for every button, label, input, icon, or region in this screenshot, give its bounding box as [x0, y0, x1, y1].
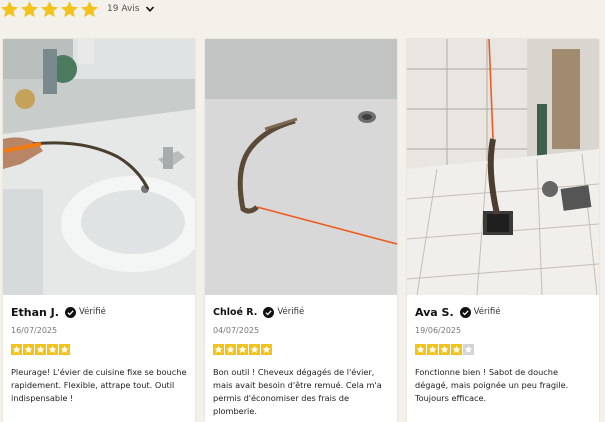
review-date: 16/07/2025 [11, 326, 58, 335]
verified-badge: Vérifié [459, 306, 501, 318]
review-text: Fonctionne bien ! Sabot de douche dégagé… [415, 367, 569, 403]
verified-badge: Vérifié [263, 306, 305, 318]
star-icon [213, 344, 224, 355]
review-date: 04/07/2025 [213, 326, 260, 335]
star-icon [225, 344, 236, 355]
star-icon [439, 344, 450, 355]
star-icon [249, 344, 260, 355]
star-icon [47, 344, 58, 355]
star-icon [237, 344, 248, 355]
star-icon [463, 344, 474, 355]
review-photo-sink[interactable] [3, 39, 195, 295]
verified-label: Vérifié [277, 307, 305, 317]
review-card[interactable]: Ethan J. Vérifié 16/07/2025 Pleurage! L'… [3, 39, 195, 422]
check-circle-icon [64, 306, 76, 318]
review-card[interactable]: Chloé R. Vérifié 04/07/2025 Bon outil ! … [205, 39, 397, 422]
star-icon [20, 0, 39, 17]
star-icon [427, 344, 438, 355]
star-icon [261, 344, 272, 355]
review-stars [11, 344, 187, 355]
star-icon [0, 0, 19, 17]
review-photo-shower[interactable] [407, 39, 599, 295]
verified-label: Vérifié [473, 307, 501, 317]
star-icon [11, 344, 22, 355]
star-icon [80, 0, 99, 17]
check-circle-icon [263, 306, 275, 318]
star-icon [59, 344, 70, 355]
reviewer-name: Chloé R. [213, 306, 258, 318]
star-icon [23, 344, 34, 355]
star-icon [60, 0, 79, 17]
rating-summary[interactable]: 19 Avis [0, 0, 155, 18]
check-circle-icon [459, 306, 471, 318]
review-stars [415, 344, 591, 355]
review-photo-hair[interactable] [205, 39, 397, 295]
star-icon [415, 344, 426, 355]
review-card[interactable]: Ava S. Vérifié 19/06/2025 Fonctionne bie… [407, 39, 599, 422]
summary-stars [0, 0, 99, 19]
review-count: 19 Avis [107, 4, 140, 14]
verified-badge: Vérifié [64, 306, 106, 318]
chevron-down-icon[interactable] [145, 4, 155, 14]
star-icon [35, 344, 46, 355]
review-text: Bon outil ! Cheveux dégagés de l'évier, … [213, 367, 382, 416]
review-text: Pleurage! L'évier de cuisine fixe se bou… [11, 367, 187, 403]
reviewer-name: Ava S. [415, 305, 454, 319]
reviewer-name: Ethan J. [11, 305, 59, 319]
star-icon [451, 344, 462, 355]
star-icon [40, 0, 59, 17]
verified-label: Vérifié [78, 307, 106, 317]
review-date: 19/06/2025 [415, 326, 462, 335]
review-stars [213, 344, 389, 355]
